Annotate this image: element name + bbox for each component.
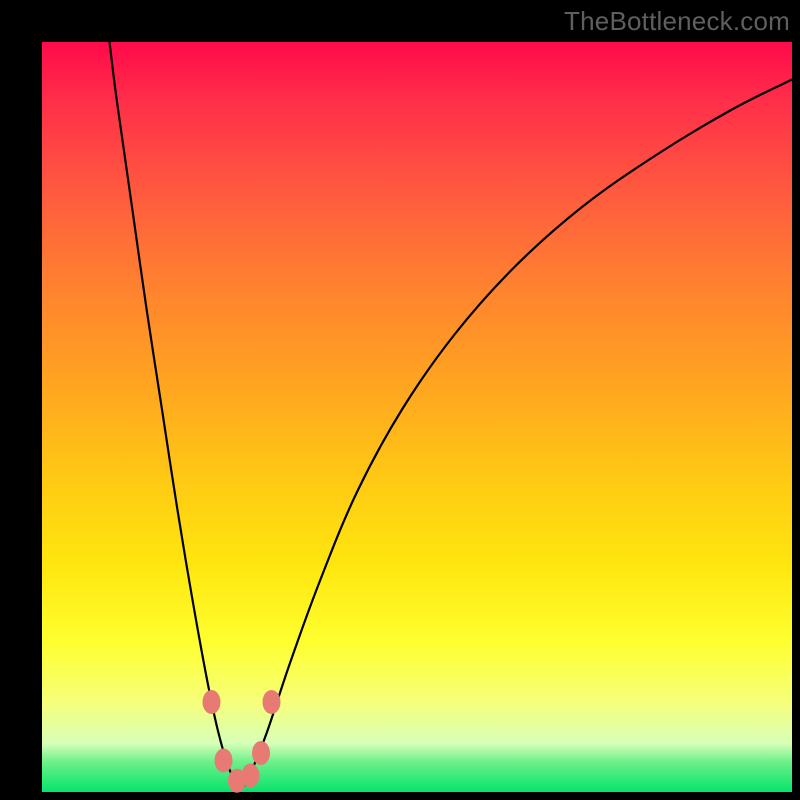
dot-mid-right [242, 764, 260, 788]
chart-frame: TheBottleneck.com [0, 0, 800, 800]
dot-left-upper [203, 690, 221, 714]
curve-markers [203, 690, 281, 793]
dot-right-upper [263, 690, 281, 714]
watermark-text: TheBottleneck.com [564, 6, 790, 37]
dot-right-lower [252, 741, 270, 765]
dot-left-lower [215, 749, 233, 773]
curve-layer [42, 42, 792, 792]
bottleneck-curve [110, 42, 793, 788]
plot-area [42, 42, 792, 792]
